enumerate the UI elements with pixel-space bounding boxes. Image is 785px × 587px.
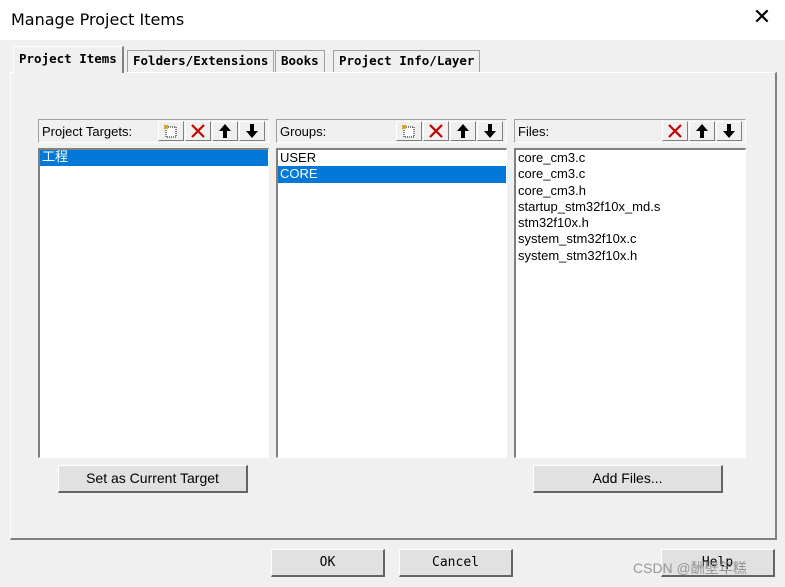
list-item[interactable]: system_stm32f10x.c (516, 231, 745, 247)
tab-project-info-layer[interactable]: Project Info/Layer (333, 50, 481, 72)
files-header-label: Files: (518, 124, 550, 139)
cancel-button[interactable]: Cancel (399, 549, 513, 577)
move-group-up-button[interactable] (450, 121, 476, 141)
files-list[interactable]: core_cm3.c core_cm3.c core_cm3.h startup… (514, 148, 746, 458)
move-file-up-button[interactable] (689, 121, 715, 141)
list-item[interactable]: core_cm3.c (516, 150, 745, 166)
targets-header-label: Project Targets: (42, 124, 133, 139)
groups-header: Groups: (276, 119, 507, 143)
list-item[interactable]: 工程 (40, 150, 268, 167)
move-down-icon (246, 124, 258, 138)
move-target-down-button[interactable] (239, 121, 265, 141)
new-target-button[interactable] (158, 121, 184, 141)
delete-group-button[interactable] (423, 121, 449, 141)
delete-icon (429, 124, 443, 138)
move-up-icon (696, 124, 708, 138)
move-target-up-button[interactable] (212, 121, 238, 141)
window-title: Manage Project Items (11, 10, 185, 29)
list-item[interactable]: core_cm3.c (516, 166, 745, 182)
groups-header-label: Groups: (280, 124, 327, 139)
tab-folders-extensions[interactable]: Folders/Extensions (127, 50, 275, 72)
delete-target-button[interactable] (185, 121, 211, 141)
move-up-icon (457, 124, 469, 138)
delete-icon (191, 124, 205, 138)
groups-list[interactable]: USER CORE (276, 148, 507, 458)
move-up-icon (219, 124, 231, 138)
new-item-icon (401, 124, 415, 138)
list-item[interactable]: system_stm32f10x.h (516, 248, 745, 264)
close-icon[interactable]: ✕ (751, 7, 773, 29)
move-down-icon (484, 124, 496, 138)
files-header: Files: (514, 119, 746, 143)
list-item[interactable]: CORE (278, 166, 506, 183)
add-files-button[interactable]: Add Files... (533, 465, 723, 493)
move-down-icon (723, 124, 735, 138)
list-item[interactable]: USER (278, 150, 506, 166)
title-bar: Manage Project Items ✕ (0, 0, 785, 40)
targets-header: Project Targets: (38, 119, 269, 143)
tab-project-items[interactable]: Project Items (13, 46, 124, 73)
delete-file-button[interactable] (662, 121, 688, 141)
move-group-down-button[interactable] (477, 121, 503, 141)
targets-list[interactable]: 工程 (38, 148, 269, 458)
tab-books[interactable]: Books (275, 50, 325, 72)
new-item-icon (163, 124, 177, 138)
new-group-button[interactable] (396, 121, 422, 141)
watermark: CSDN @酬壁年糕 (633, 560, 747, 576)
list-item[interactable]: stm32f10x.h (516, 215, 745, 231)
set-current-target-button[interactable]: Set as Current Target (58, 465, 248, 493)
list-item[interactable]: startup_stm32f10x_md.s (516, 199, 745, 215)
move-file-down-button[interactable] (716, 121, 742, 141)
delete-icon (668, 124, 682, 138)
ok-button[interactable]: OK (271, 549, 385, 577)
list-item[interactable]: core_cm3.h (516, 183, 745, 199)
